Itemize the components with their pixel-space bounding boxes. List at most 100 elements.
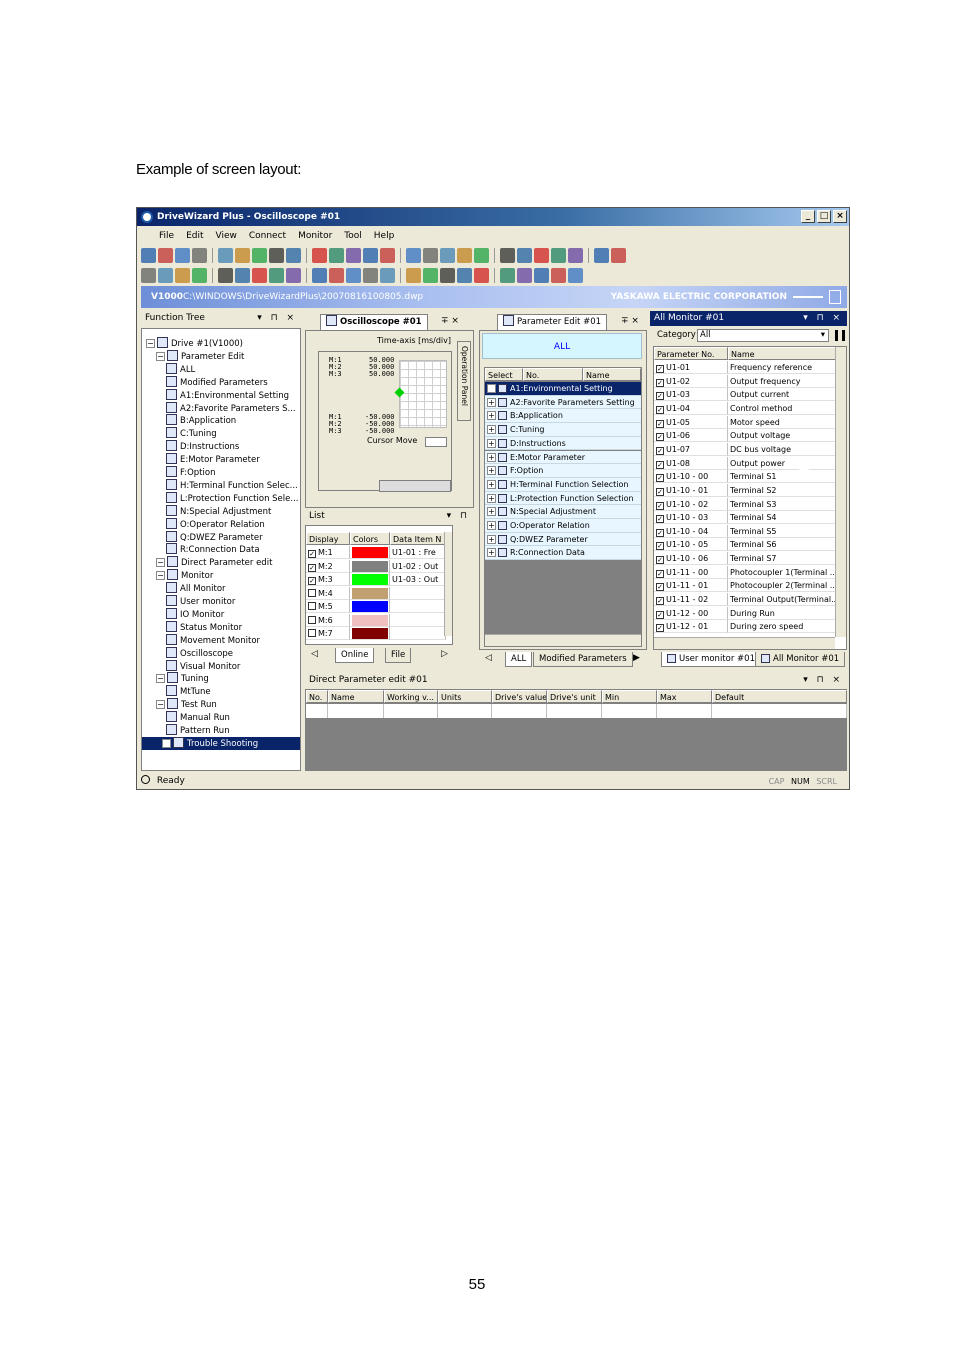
monitor-parameter-name[interactable]: Photocoupler 1(Terminal ... xyxy=(728,565,836,579)
parameter-group-row[interactable]: + H:Terminal Function Selection xyxy=(485,477,641,492)
oscilloscope-controls[interactable]: ∓ × xyxy=(437,314,473,329)
toolbar-button-icon[interactable] xyxy=(329,247,344,263)
monitor-parameter-name[interactable]: Frequency reference xyxy=(728,361,836,374)
toolbar-button-icon[interactable] xyxy=(158,267,173,283)
list-controls[interactable]: ▾ ⊓ xyxy=(447,509,470,524)
monitor-checkbox[interactable]: ✓ xyxy=(656,446,664,455)
toolbar-button-icon[interactable] xyxy=(534,267,549,283)
column-header[interactable]: Min xyxy=(602,690,657,703)
channel-display-cell[interactable]: M:6 xyxy=(306,613,350,627)
toolbar-button-icon[interactable] xyxy=(175,267,190,283)
tab-modified-parameters[interactable]: Modified Parameters xyxy=(533,652,633,667)
direct-edit-empty-cell[interactable] xyxy=(492,704,547,718)
parameter-group-row[interactable]: + N:Special Adjustment xyxy=(485,505,641,519)
monitor-parameter-no[interactable]: ✓ U1-10 - 04 xyxy=(654,524,728,538)
column-header[interactable]: Display xyxy=(306,532,350,545)
monitor-parameter-name[interactable]: Photocoupler 2(Terminal ... xyxy=(728,579,836,593)
column-header[interactable]: No. xyxy=(523,368,583,381)
channel-checkbox[interactable]: ✓ xyxy=(308,577,316,585)
tab-next-icon[interactable]: ▶ xyxy=(633,653,640,663)
toolbar-button-icon[interactable] xyxy=(440,247,455,263)
tab-file[interactable]: File xyxy=(385,648,412,663)
channel-checkbox[interactable]: ✓ xyxy=(308,563,316,572)
column-header[interactable]: Parameter No. xyxy=(654,347,728,360)
channel-display-cell[interactable]: ✓ M:2 xyxy=(306,559,350,573)
tree-item[interactable]: − Trouble Shooting xyxy=(142,736,300,750)
monitor-parameter-no[interactable]: ✓ U1-10 - 02 xyxy=(654,497,728,511)
toolbar-button-icon[interactable] xyxy=(286,267,301,283)
menu-edit[interactable]: Edit xyxy=(180,231,209,241)
parameter-group-row[interactable]: + C:Tuning xyxy=(485,423,641,437)
channel-color-cell[interactable] xyxy=(350,586,390,600)
monitor-parameter-name[interactable]: Terminal S5 xyxy=(728,524,836,538)
channel-color-cell[interactable] xyxy=(350,600,390,613)
toolbar-button-icon[interactable] xyxy=(517,247,532,263)
tree-item[interactable]: Q:DWEZ Parameter xyxy=(166,530,263,544)
monitor-checkbox[interactable]: ✓ xyxy=(656,569,664,578)
toolbar-button-icon[interactable] xyxy=(346,267,361,283)
monitor-parameter-no[interactable]: ✓ U1-02 xyxy=(654,374,728,388)
tree-item[interactable]: E:Motor Parameter xyxy=(166,453,260,466)
channel-checkbox[interactable] xyxy=(308,602,316,610)
parameter-group-row[interactable]: + F:Option xyxy=(485,464,641,478)
tab-oscilloscope[interactable]: Oscilloscope #01 xyxy=(320,314,428,330)
channel-data-item[interactable] xyxy=(390,586,446,600)
group-expander-icon[interactable]: + xyxy=(487,493,496,503)
tree-item[interactable]: F:Option xyxy=(166,466,215,479)
column-header[interactable]: Name xyxy=(583,368,641,381)
tree-item[interactable]: MtTune xyxy=(166,685,211,698)
parameter-group-row[interactable]: + L:Protection Function Selection xyxy=(485,491,641,506)
monitor-parameter-no[interactable]: ✓ U1-10 - 06 xyxy=(654,552,728,566)
menu-view[interactable]: View xyxy=(210,231,243,241)
group-expander-icon[interactable]: + xyxy=(487,466,496,476)
monitor-checkbox[interactable]: ✓ xyxy=(656,378,664,387)
tree-item[interactable]: User monitor xyxy=(166,595,235,608)
group-expander-icon[interactable]: + xyxy=(487,411,496,421)
monitor-checkbox[interactable]: ✓ xyxy=(656,433,664,442)
all-monitor-controls[interactable]: ▾ ⊓ × xyxy=(803,311,843,326)
group-expander-icon[interactable]: + xyxy=(487,397,496,407)
monitor-parameter-no[interactable]: ✓ U1-01 xyxy=(654,361,728,374)
monitor-parameter-no[interactable]: ✓ U1-11 - 01 xyxy=(654,579,728,593)
monitor-parameter-name[interactable]: Output power xyxy=(728,456,836,470)
monitor-checkbox[interactable]: ✓ xyxy=(656,365,664,373)
tab-all[interactable]: ALL xyxy=(505,652,533,667)
monitor-parameter-name[interactable]: Terminal S7 xyxy=(728,552,836,566)
column-header[interactable]: Working v... xyxy=(384,690,438,703)
group-expander-icon[interactable]: + xyxy=(487,548,496,558)
toolbar-button-icon[interactable] xyxy=(252,247,267,263)
toolbar-button-icon[interactable] xyxy=(329,267,344,283)
monitor-parameter-name[interactable]: Terminal Output(Terminal... xyxy=(728,593,836,607)
parameter-edit-controls[interactable]: ∓ × xyxy=(617,314,649,329)
toolbar-button-icon[interactable] xyxy=(534,247,549,263)
toolbar-button-icon[interactable] xyxy=(235,247,250,263)
maximize-button[interactable]: □ xyxy=(817,210,831,223)
tree-expander-icon[interactable]: − xyxy=(156,351,165,361)
monitor-checkbox[interactable]: ✓ xyxy=(656,610,664,619)
tree-expander-icon[interactable]: − xyxy=(156,571,165,581)
channel-display-cell[interactable]: ✓ M:3 xyxy=(306,573,350,586)
toolbar-button-icon[interactable] xyxy=(363,247,378,263)
tree-item[interactable]: A1:Environmental Setting xyxy=(166,388,289,402)
channel-data-item[interactable]: U1-02 : Out xyxy=(390,559,446,573)
tab-online[interactable]: Online xyxy=(335,648,375,663)
channel-data-item[interactable] xyxy=(390,600,446,613)
tree-item[interactable]: Pattern Run xyxy=(166,724,230,737)
tree-item[interactable]: D:Instructions xyxy=(166,440,239,453)
group-expander-icon[interactable]: + xyxy=(487,521,496,530)
monitor-table-vscroll[interactable] xyxy=(835,347,846,637)
scope-display[interactable]: M:1 M:2 M:3 50.000 50.000 50.000 M:1 M:2… xyxy=(318,351,452,492)
monitor-checkbox[interactable]: ✓ xyxy=(656,583,664,592)
toolbar-button-icon[interactable] xyxy=(286,247,301,263)
column-header[interactable]: Data Item N xyxy=(390,532,446,545)
channel-color-cell[interactable] xyxy=(350,613,390,627)
toolbar-button-icon[interactable] xyxy=(500,247,515,263)
monitor-parameter-name[interactable]: Terminal S2 xyxy=(728,483,836,497)
channel-display-cell[interactable]: M:5 xyxy=(306,600,350,613)
direct-edit-empty-cell[interactable] xyxy=(438,704,492,718)
tab-prev-icon[interactable]: ◁ xyxy=(485,653,492,663)
monitor-parameter-no[interactable]: ✓ U1-04 xyxy=(654,401,728,415)
tree-item[interactable]: Movement Monitor xyxy=(166,633,260,647)
channel-display-cell[interactable]: M:7 xyxy=(306,627,350,640)
toolbar-button-icon[interactable] xyxy=(141,247,156,263)
